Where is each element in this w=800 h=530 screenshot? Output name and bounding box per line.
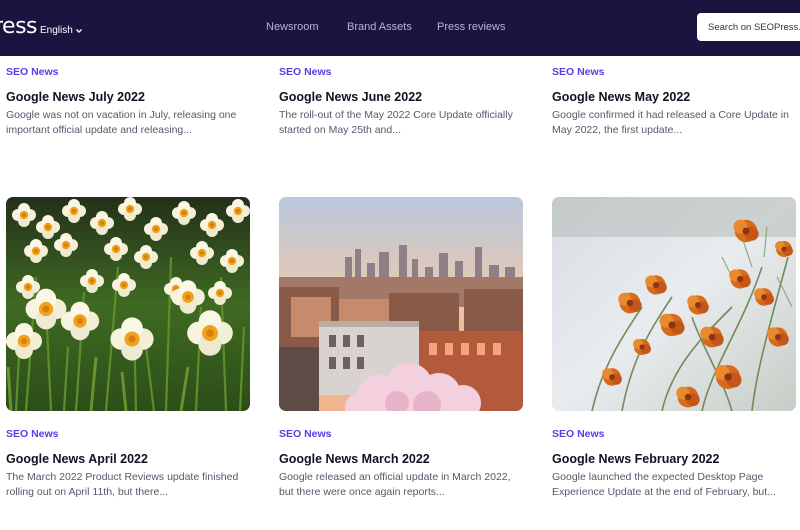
- post-thumbnail-flowers[interactable]: [552, 197, 796, 411]
- post-excerpt: Google released an official update in Ma…: [279, 471, 511, 498]
- post-title[interactable]: Google News May 2022: [552, 90, 690, 104]
- language-label: English: [40, 25, 73, 36]
- category-link[interactable]: SEO News: [279, 66, 332, 78]
- post-excerpt: The March 2022 Product Reviews update fi…: [6, 471, 239, 498]
- post-title[interactable]: Google News July 2022: [6, 90, 145, 104]
- post-excerpt: Google was not on vacation in July, rele…: [6, 109, 237, 136]
- nav-link-newsroom[interactable]: Newsroom: [266, 21, 319, 33]
- site-header: ress English Newsroom Brand Assets Press…: [0, 0, 800, 56]
- category-link[interactable]: SEO News: [552, 66, 605, 78]
- post-thumbnail-daffodils[interactable]: [6, 197, 250, 411]
- post-title[interactable]: Google News April 2022: [6, 452, 148, 466]
- language-selector[interactable]: English: [40, 25, 83, 36]
- post-title[interactable]: Google News March 2022: [279, 452, 430, 466]
- city-skyline-photo: [279, 197, 523, 411]
- orange-flowers-photo: [552, 197, 796, 411]
- site-logo[interactable]: ress: [0, 14, 38, 39]
- daffodils-photo: [6, 197, 250, 411]
- category-link[interactable]: SEO News: [279, 428, 332, 440]
- category-link[interactable]: SEO News: [552, 428, 605, 440]
- post-excerpt: Google launched the expected Desktop Pag…: [552, 471, 776, 498]
- nav-link-brand-assets[interactable]: Brand Assets: [347, 21, 412, 33]
- post-excerpt: Google confirmed it had released a Core …: [552, 109, 789, 136]
- post-thumbnail-city[interactable]: [279, 197, 523, 411]
- post-title[interactable]: Google News June 2022: [279, 90, 422, 104]
- category-link[interactable]: SEO News: [6, 66, 59, 78]
- category-link[interactable]: SEO News: [6, 428, 59, 440]
- post-title[interactable]: Google News February 2022: [552, 452, 719, 466]
- search-input[interactable]: [697, 13, 800, 41]
- chevron-down-icon: [75, 28, 82, 33]
- post-excerpt: The roll-out of the May 2022 Core Update…: [279, 109, 513, 136]
- nav-link-press-reviews[interactable]: Press reviews: [437, 21, 505, 33]
